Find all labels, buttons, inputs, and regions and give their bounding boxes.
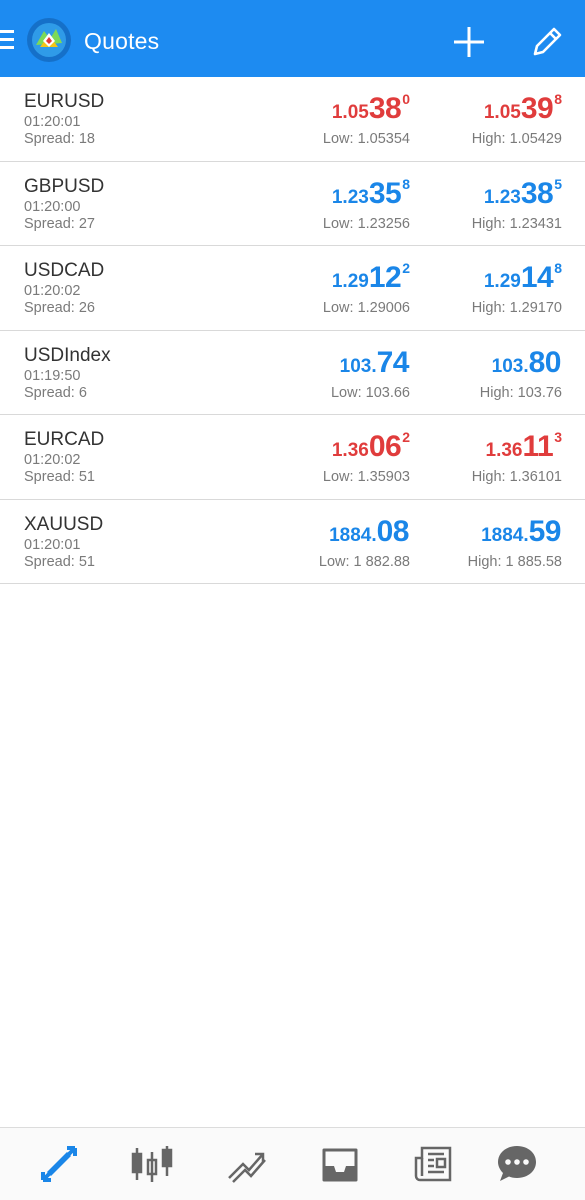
quote-row[interactable]: USDCAD 01:20:02 Spread: 26 1.29122 1.29148 Lo… (0, 246, 585, 331)
bid-price: 1.29122 (332, 260, 410, 295)
spread-value: Spread: 51 (24, 469, 95, 485)
ask-price-fraction: 5 (554, 175, 562, 192)
page-title: Quotes (84, 28, 160, 54)
trade-icon[interactable] (225, 1142, 269, 1186)
quote-row[interactable]: EURUSD 01:20:01 Spread: 18 1.05380 1.05398 Lo… (0, 77, 585, 162)
spread-value: Spread: 26 (24, 300, 95, 316)
bid-price: 1.36062 (332, 429, 410, 464)
ask-price: 103.80 (492, 345, 562, 380)
ask-price-pips: 38 (520, 176, 554, 210)
ask-price: 1.36113 (486, 429, 563, 464)
bid-price-pips: 12 (368, 261, 402, 294)
symbol-name: EURUSD (24, 91, 105, 112)
bid-price: 103.74 (340, 345, 410, 380)
ask-price: 1884.59 (481, 514, 562, 549)
ask-price-main: 1.23 (483, 186, 521, 208)
ask-price-pips: 39 (520, 92, 554, 125)
bid-price-pips: 35 (368, 176, 402, 210)
bid-price-main: 103. (339, 355, 377, 377)
bid-price-main: 1.36 (331, 440, 369, 461)
quotes-arrows-icon[interactable] (37, 1142, 81, 1186)
edit-pencil-icon[interactable] (529, 24, 565, 60)
bid-price: 1884.08 (329, 514, 410, 549)
spread-value: Spread: 27 (24, 215, 95, 232)
low-price: Low: 1 882.88 (318, 553, 410, 570)
menu-icon[interactable] (0, 30, 14, 52)
quote-row[interactable]: GBPUSD 01:20:00 Spread: 27 1.23358 1.23385 Lo… (0, 162, 585, 246)
ask-price-main: 1.36 (485, 440, 523, 461)
bid-price-main: 1884. (329, 524, 377, 546)
quote-row[interactable]: EURCAD 01:20:02 Spread: 51 1.36062 1.36113 Lo… (0, 415, 585, 500)
symbol-name: XAUUSD (24, 513, 104, 535)
bid-price: 1.05380 (332, 91, 410, 126)
ask-price-pips: 14 (520, 261, 554, 294)
high-price: High: 1.29170 (471, 300, 562, 316)
spread-value: Spread: 18 (24, 131, 95, 147)
ask-price-main: 1884. (481, 524, 529, 546)
app-logo-icon (27, 18, 71, 62)
low-price: Low: 1.29006 (322, 300, 410, 316)
bid-price-pips: 06 (368, 430, 402, 463)
bid-price-pips: 74 (376, 345, 410, 379)
bid-price-fraction: 2 (402, 260, 410, 276)
quotes-list: EURUSD 01:20:01 Spread: 18 1.05380 1.05398 Lo… (0, 77, 585, 584)
quote-row[interactable]: USDIndex 01:19:50 Spread: 6 103.74 103.80 Low… (0, 331, 585, 415)
bid-price-pips: 08 (376, 514, 410, 548)
quote-row[interactable]: XAUUSD 01:20:01 Spread: 51 1884.08 1884.59 Lo… (0, 500, 585, 584)
symbol-name: USDCAD (24, 260, 105, 281)
low-price: Low: 1.05354 (322, 131, 410, 147)
app-bar: Quotes (0, 0, 585, 77)
quote-time: 01:19:50 (24, 367, 81, 384)
bid-price-fraction: 2 (402, 429, 410, 445)
bid-price-main: 1.29 (331, 271, 369, 292)
ask-price-pips: 11 (522, 430, 554, 463)
spread-value: Spread: 6 (24, 384, 87, 401)
high-price: High: 1 885.58 (467, 553, 562, 570)
symbol-name: USDIndex (24, 344, 111, 366)
high-price: High: 1.23431 (471, 215, 562, 232)
ask-price: 1.29148 (484, 260, 562, 295)
symbol-name: GBPUSD (24, 175, 105, 197)
bid-price-fraction: 0 (402, 91, 410, 107)
ask-price-pips: 59 (528, 514, 562, 548)
quote-time: 01:20:01 (24, 114, 81, 130)
history-inbox-icon[interactable] (318, 1142, 362, 1186)
spread-value: Spread: 51 (24, 553, 95, 570)
ask-price: 1.23385 (484, 176, 562, 211)
ask-price-main: 103. (491, 355, 529, 377)
ask-price: 1.05398 (484, 91, 562, 126)
low-price: Low: 103.66 (330, 384, 410, 401)
add-symbol-icon[interactable] (452, 25, 486, 59)
quote-time: 01:20:01 (24, 536, 81, 553)
bottom-navigation (0, 1127, 585, 1200)
chat-icon[interactable] (495, 1142, 539, 1186)
high-price: High: 1.05429 (471, 131, 562, 147)
bid-price-fraction: 8 (402, 175, 410, 192)
ask-price-fraction: 3 (554, 429, 562, 445)
candlestick-chart-icon[interactable] (130, 1142, 174, 1186)
ask-price-fraction: 8 (554, 91, 562, 107)
bid-price-pips: 38 (368, 92, 402, 125)
ask-price-main: 1.29 (483, 271, 521, 292)
ask-price-main: 1.05 (483, 102, 521, 123)
low-price: Low: 1.35903 (322, 469, 410, 485)
news-icon[interactable] (412, 1142, 456, 1186)
bid-price-main: 1.23 (331, 186, 369, 208)
bid-price-main: 1.05 (331, 102, 369, 123)
high-price: High: 103.76 (479, 384, 562, 401)
low-price: Low: 1.23256 (322, 215, 410, 232)
quote-time: 01:20:02 (24, 283, 81, 299)
symbol-name: EURCAD (24, 429, 105, 450)
high-price: High: 1.36101 (471, 469, 562, 485)
bid-price: 1.23358 (332, 176, 410, 211)
quote-time: 01:20:00 (24, 198, 81, 215)
quote-time: 01:20:02 (24, 452, 81, 468)
ask-price-fraction: 8 (554, 260, 562, 276)
ask-price-pips: 80 (528, 345, 562, 379)
